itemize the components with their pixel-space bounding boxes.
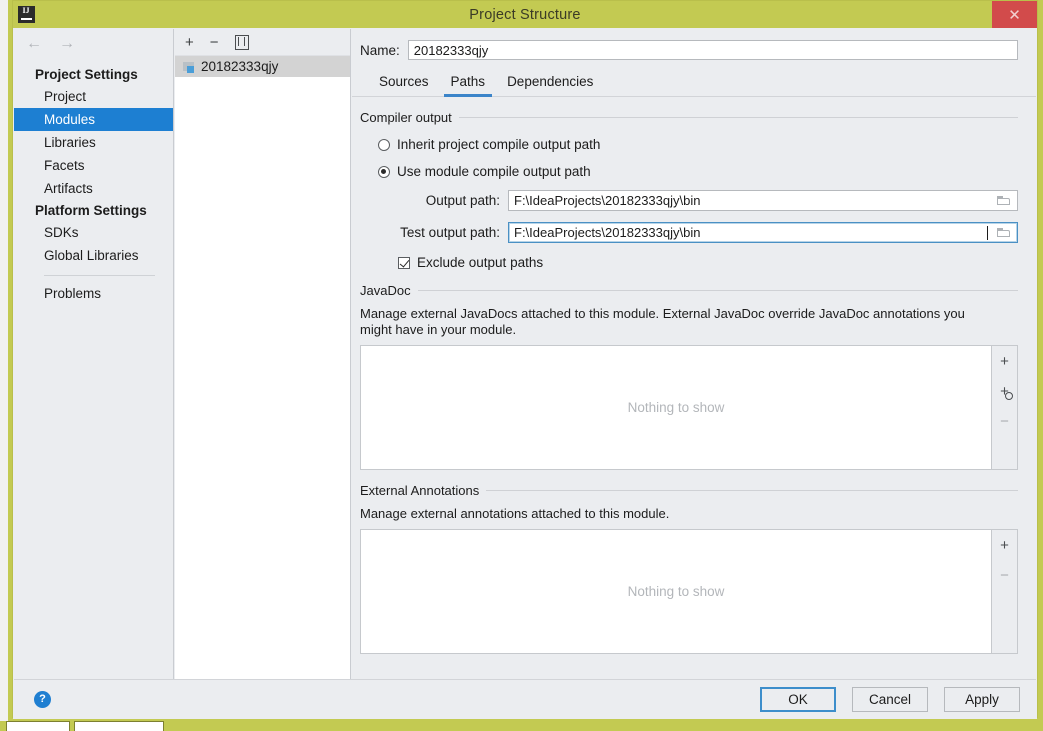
tab-dependencies[interactable]: Dependencies	[496, 70, 604, 96]
nav-group-project-settings: Project Settings	[35, 67, 138, 82]
sidebar-item-libraries[interactable]: Libraries	[14, 131, 173, 154]
window-titlebar: IJ Project Structure ✕	[13, 1, 1037, 28]
exclude-output-paths-label: Exclude output paths	[417, 255, 544, 270]
external-annotations-panel-row: Nothing to show + −	[360, 529, 1018, 654]
javadoc-add-button[interactable]: +	[1000, 354, 1009, 369]
javadoc-description: Manage external JavaDocs attached to thi…	[360, 306, 965, 337]
module-icon	[183, 61, 196, 73]
arrow-right-icon[interactable]: →	[59, 36, 75, 52]
nav-list: Project Settings Project Modules Librari…	[14, 59, 173, 305]
nav-history-controls: ← →	[14, 29, 173, 59]
test-output-path-value: F:\IdeaProjects\20182333qjy\bin	[514, 225, 701, 240]
help-icon[interactable]: ?	[34, 690, 51, 708]
test-output-path-label: Test output path:	[400, 225, 500, 240]
use-module-output-row[interactable]: Use module compile output path	[360, 164, 1018, 179]
module-name-input[interactable]: 20182333qjy	[407, 40, 1018, 60]
sidebar-item-problems[interactable]: Problems	[14, 282, 173, 305]
tab-sources[interactable]: Sources	[368, 70, 440, 96]
compiler-output-section: Compiler output Inherit project compile …	[352, 97, 1036, 270]
copy-icon[interactable]	[234, 34, 249, 50]
external-annotations-actions: + −	[992, 529, 1018, 654]
cancel-button[interactable]: Cancel	[852, 686, 928, 712]
module-name-row: Name: 20182333qjy	[352, 29, 1036, 60]
test-output-path-browse-button[interactable]	[991, 223, 1017, 242]
javadoc-header: JavaDoc	[360, 270, 1018, 298]
javadoc-title: JavaDoc	[360, 283, 411, 298]
text-cursor	[987, 225, 988, 240]
taskbar-item[interactable]	[74, 721, 164, 731]
external-annotations-add-button[interactable]: +	[1000, 538, 1009, 553]
exclude-output-paths-row[interactable]: Exclude output paths	[360, 255, 1018, 270]
window-title: Project Structure	[469, 6, 581, 23]
screen: IJ Project Structure ✕ ← → Project Setti…	[0, 0, 1043, 731]
desktop-background-strip	[0, 0, 8, 731]
apply-button[interactable]: Apply	[944, 686, 1020, 712]
sidebar-item-facets[interactable]: Facets	[14, 154, 173, 177]
test-output-path-input[interactable]: F:\IdeaProjects\20182333qjy\bin	[508, 222, 1018, 243]
intellij-idea-icon: IJ	[15, 3, 37, 25]
sidebar-item-sdks[interactable]: SDKs	[14, 221, 173, 244]
compiler-output-title: Compiler output	[360, 110, 452, 125]
checkbox-exclude-output-paths[interactable]	[398, 256, 410, 269]
section-divider	[458, 117, 1018, 118]
dialog-footer: ? OK Cancel Apply	[14, 679, 1036, 718]
javadoc-section: JavaDoc Manage external JavaDocs attache…	[352, 270, 1036, 470]
nav-divider	[44, 275, 155, 276]
close-icon[interactable]: ✕	[992, 1, 1037, 28]
output-path-input[interactable]: F:\IdeaProjects\20182333qjy\bin	[508, 190, 1018, 211]
use-module-output-label: Use module compile output path	[397, 164, 591, 179]
output-path-row: Output path: F:\IdeaProjects\20182333qjy…	[360, 190, 1018, 211]
folder-browse-icon	[997, 195, 1011, 206]
module-list-toolbar: + −	[175, 29, 350, 56]
name-label: Name:	[360, 42, 400, 58]
sidebar-item-artifacts[interactable]: Artifacts	[14, 177, 173, 200]
javadoc-remove-button[interactable]: −	[1000, 414, 1009, 429]
module-editor-pane: Name: 20182333qjy Sources Paths Dependen…	[352, 29, 1036, 681]
sidebar-item-project[interactable]: Project	[14, 85, 173, 108]
settings-nav-pane: ← → Project Settings Project Modules Lib…	[14, 29, 174, 681]
ok-button[interactable]: OK	[760, 686, 836, 712]
section-divider	[486, 490, 1018, 491]
inherit-output-row[interactable]: Inherit project compile output path	[360, 137, 1018, 152]
module-name-label: 20182333qjy	[201, 59, 279, 74]
javadoc-add-url-button[interactable]: +	[1000, 384, 1013, 400]
external-annotations-description: Manage external annotations attached to …	[360, 506, 670, 521]
compiler-output-header: Compiler output	[360, 97, 1018, 125]
folder-browse-icon	[997, 227, 1011, 238]
output-path-label: Output path:	[425, 193, 500, 208]
inherit-output-label: Inherit project compile output path	[397, 137, 601, 152]
sidebar-item-modules[interactable]: Modules	[14, 108, 173, 131]
remove-module-button[interactable]: −	[210, 35, 219, 50]
dialog-body: ← → Project Settings Project Modules Lib…	[13, 28, 1037, 719]
module-list-pane: + − 20182333qjy	[175, 29, 351, 681]
output-path-browse-button[interactable]	[991, 191, 1017, 210]
output-path-value: F:\IdeaProjects\20182333qjy\bin	[514, 193, 701, 208]
external-annotations-header: External Annotations	[360, 470, 1018, 498]
javadoc-actions: + + −	[992, 345, 1018, 470]
sidebar-item-global-libraries[interactable]: Global Libraries	[14, 244, 173, 267]
javadoc-panel-row: Nothing to show + + −	[360, 345, 1018, 470]
list-item[interactable]: 20182333qjy	[175, 56, 350, 77]
radio-use-module-output[interactable]	[378, 165, 390, 178]
arrow-left-icon[interactable]: ←	[26, 36, 42, 52]
radio-inherit-output[interactable]	[378, 138, 390, 151]
module-tabs: Sources Paths Dependencies	[352, 60, 1036, 97]
external-annotations-title: External Annotations	[360, 483, 480, 498]
external-annotations-list[interactable]: Nothing to show	[360, 529, 992, 654]
nav-group-platform-settings: Platform Settings	[35, 203, 147, 218]
taskbar-item[interactable]	[6, 721, 70, 731]
project-structure-dialog: IJ Project Structure ✕ ← → Project Setti…	[12, 0, 1038, 719]
javadoc-list[interactable]: Nothing to show	[360, 345, 992, 470]
test-output-path-row: Test output path: F:\IdeaProjects\201823…	[360, 222, 1018, 243]
add-module-button[interactable]: +	[185, 35, 194, 50]
section-divider	[417, 290, 1018, 291]
tab-paths[interactable]: Paths	[440, 70, 497, 97]
external-annotations-remove-button[interactable]: −	[1000, 568, 1009, 583]
external-annotations-section: External Annotations Manage external ann…	[352, 470, 1036, 654]
